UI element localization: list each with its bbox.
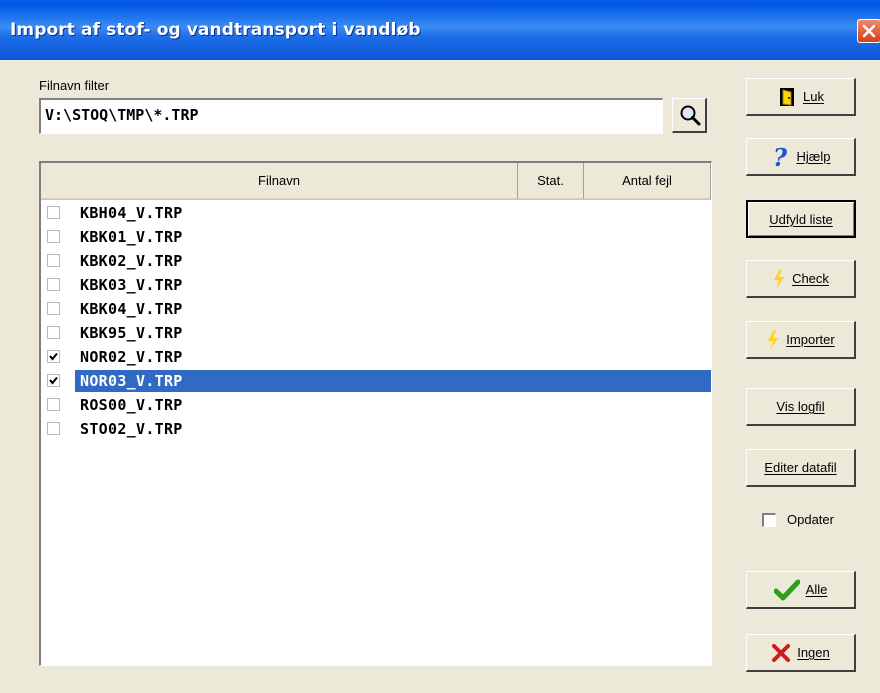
row-checkbox[interactable]	[47, 302, 60, 315]
x-icon	[772, 643, 791, 662]
editer-datafil-button[interactable]: Editer datafil	[746, 449, 856, 487]
ingen-label: Ingen	[797, 645, 830, 660]
udfyld-liste-label: Udfyld liste	[769, 211, 833, 227]
check-button[interactable]: Check	[746, 260, 856, 298]
checkmark-icon	[773, 579, 800, 600]
file-name: NOR02_V.TRP	[80, 348, 183, 366]
alle-label: Alle	[805, 582, 828, 597]
door-icon	[780, 87, 795, 106]
row-checkbox[interactable]	[47, 254, 60, 267]
luk-label: Luk	[803, 89, 824, 104]
list-item[interactable]: KBK02_V.TRP	[41, 250, 711, 272]
column-header-stat[interactable]: Stat.	[518, 163, 584, 200]
check-label: Check	[792, 271, 829, 286]
list-item[interactable]: KBK04_V.TRP	[41, 298, 711, 320]
file-name: KBK95_V.TRP	[80, 324, 183, 342]
row-checkbox[interactable]	[47, 206, 60, 219]
hjaelp-button[interactable]: ? Hjælp	[746, 138, 856, 176]
udfyld-liste-button[interactable]: Udfyld liste	[746, 200, 856, 238]
window-title: Import af stof- og vandtransport i vandl…	[10, 20, 421, 40]
column-header-antal-fejl[interactable]: Antal fejl	[584, 163, 711, 200]
checkmark-icon	[49, 376, 58, 385]
import-dialog: Import af stof- og vandtransport i vandl…	[0, 0, 880, 693]
row-checkbox[interactable]	[47, 374, 60, 387]
checkmark-icon	[49, 352, 58, 361]
opdater-checkbox[interactable]	[762, 513, 776, 527]
row-checkbox[interactable]	[47, 326, 60, 339]
vis-logfil-button[interactable]: Vis logfil	[746, 388, 856, 426]
close-icon	[862, 24, 876, 38]
file-name: KBH04_V.TRP	[80, 204, 183, 222]
alle-button[interactable]: Alle	[746, 571, 856, 609]
file-name: KBK02_V.TRP	[80, 252, 183, 270]
list-item[interactable]: KBK03_V.TRP	[41, 274, 711, 296]
file-name: KBK03_V.TRP	[80, 276, 183, 294]
list-item[interactable]: NOR03_V.TRP	[41, 370, 711, 392]
lightning-icon	[774, 268, 785, 289]
list-item[interactable]: KBK95_V.TRP	[41, 322, 711, 344]
filter-label: Filnavn filter	[39, 78, 110, 93]
vis-logfil-label: Vis logfil	[776, 399, 825, 414]
lightning-icon	[768, 329, 779, 350]
filter-input[interactable]: V:\STOQ\TMP\*.TRP	[39, 98, 663, 134]
hjaelp-label: Hjælp	[796, 149, 831, 164]
title-bar[interactable]: Import af stof- og vandtransport i vandl…	[0, 0, 880, 60]
row-checkbox[interactable]	[47, 422, 60, 435]
search-icon	[680, 105, 701, 126]
list-header: Filnavn Stat. Antal fejl	[41, 163, 711, 200]
svg-text:?: ?	[773, 145, 788, 169]
search-button[interactable]	[672, 98, 707, 133]
close-button[interactable]	[857, 19, 880, 43]
help-icon: ?	[773, 145, 788, 169]
file-name: KBK01_V.TRP	[80, 228, 183, 246]
list-item[interactable]: KBH04_V.TRP	[41, 202, 711, 224]
luk-button[interactable]: Luk	[746, 78, 856, 116]
importer-button[interactable]: Importer	[746, 321, 856, 359]
editer-datafil-label: Editer datafil	[764, 460, 837, 475]
list-item[interactable]: ROS00_V.TRP	[41, 394, 711, 416]
row-checkbox[interactable]	[47, 278, 60, 291]
importer-label: Importer	[786, 332, 835, 347]
opdater-label: Opdater	[787, 512, 834, 527]
file-list[interactable]: Filnavn Stat. Antal fejl KBH04_V.TRP KBK0…	[39, 161, 712, 666]
list-item[interactable]: KBK01_V.TRP	[41, 226, 711, 248]
row-checkbox[interactable]	[47, 398, 60, 411]
list-item[interactable]: NOR02_V.TRP	[41, 346, 711, 368]
ingen-button[interactable]: Ingen	[746, 634, 856, 672]
file-name: KBK04_V.TRP	[80, 300, 183, 318]
row-checkbox[interactable]	[47, 230, 60, 243]
file-name: ROS00_V.TRP	[80, 396, 183, 414]
list-item[interactable]: STO02_V.TRP	[41, 418, 711, 440]
file-name: NOR03_V.TRP	[80, 372, 183, 390]
row-checkbox[interactable]	[47, 350, 60, 363]
column-header-filnavn[interactable]: Filnavn	[41, 163, 518, 200]
file-name: STO02_V.TRP	[80, 420, 183, 438]
